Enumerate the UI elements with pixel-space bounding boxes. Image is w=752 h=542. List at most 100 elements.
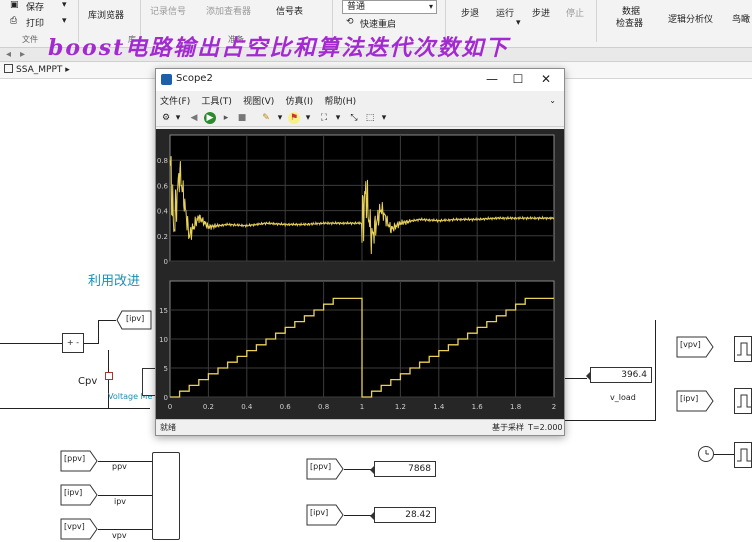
clock-icon[interactable] xyxy=(698,446,714,462)
goto-label: [ipv] xyxy=(126,314,145,323)
highlight-dropdown-icon[interactable]: ▾ xyxy=(274,112,286,124)
logic-analyzer-button[interactable]: 逻辑分析仪 xyxy=(668,12,713,25)
cpv-label: Cpv xyxy=(78,376,98,387)
save-dropdown-icon[interactable]: ▾ xyxy=(62,0,67,10)
minimize-icon[interactable]: — xyxy=(482,71,502,87)
pin-icon[interactable]: ⌄ xyxy=(545,93,560,108)
run-icon[interactable]: ▶ xyxy=(204,112,216,124)
back-arrow-icon[interactable]: ◂ xyxy=(6,49,11,60)
scope-window[interactable]: Scope2 — ☐ ✕ 文件(F) 工具(T) 视图(V) 仿真(I) 帮助(… xyxy=(155,68,565,436)
forward-arrow-icon[interactable]: ▸ xyxy=(20,49,25,60)
chevron-down-icon: ▾ xyxy=(428,2,433,11)
from-ipv-right[interactable]: [ipv] xyxy=(676,390,714,412)
signal-table-button[interactable]: 信号表 xyxy=(276,4,303,17)
simulation-mode-value: 普通 xyxy=(347,2,366,12)
scope-title: Scope2 xyxy=(176,73,213,84)
add-viewer-button[interactable]: 添加查看器 xyxy=(206,4,251,17)
from-ppv-display[interactable]: [ppv] xyxy=(306,458,344,480)
x-tick-label: 1.2 xyxy=(395,403,406,411)
scope-block-icon[interactable] xyxy=(734,336,752,362)
print-icon[interactable]: ⎙ xyxy=(10,16,17,26)
x-tick-label: 1.8 xyxy=(510,403,521,411)
print-dropdown-icon[interactable]: ▾ xyxy=(62,16,67,26)
measure-dropdown-icon[interactable]: ▾ xyxy=(378,112,390,124)
maximize-icon[interactable]: ☐ xyxy=(508,71,528,87)
scope-plot-area[interactable]: 0 0.2 0.4 0.6 0.8 0 5 10 15 0 0.2 0.4 0.6 0.8 1 1.2 1.4 1… xyxy=(156,129,564,419)
from-vpv-right[interactable]: [vpv] xyxy=(676,336,714,358)
x-tick-label: 0.8 xyxy=(318,403,329,411)
v-load-display[interactable]: 396.4 xyxy=(586,367,652,383)
close-icon[interactable]: ✕ xyxy=(536,71,556,87)
library-browser-button[interactable]: 库浏览器 xyxy=(88,8,124,21)
from-vpv[interactable]: [vpv] xyxy=(60,518,98,540)
x-tick-label: 1 xyxy=(360,403,364,411)
highlight-icon[interactable]: ✎ xyxy=(260,112,272,124)
settings-gear-icon[interactable]: ⚙ xyxy=(160,112,172,124)
goto-ipv[interactable]: [ipv] xyxy=(116,310,152,330)
scope-waveform-icon xyxy=(737,342,751,356)
from-label: [vpv] xyxy=(64,522,85,531)
log-signals-button[interactable]: 记录信号 xyxy=(150,4,186,17)
from-label: [vpv] xyxy=(680,340,701,349)
step-forward-button[interactable]: 步进 xyxy=(532,6,550,19)
scope-title-bar[interactable]: Scope2 — ☐ ✕ xyxy=(156,69,564,91)
scope-plot-svg[interactable]: 0 0.2 0.4 0.6 0.8 0 5 10 15 0 0.2 0.4 0.6 0.8 1 1.2 1.4 1… xyxy=(156,129,564,419)
voltage-measurement-block[interactable] xyxy=(142,368,156,396)
zoom-fit-icon[interactable]: ⛶ xyxy=(318,112,330,124)
x-tick-label: 0.6 xyxy=(280,403,292,411)
ipv-signal-label: ipv xyxy=(114,497,127,506)
data-inspector-label: 检查器 xyxy=(616,19,644,29)
file-section-label: 文件 xyxy=(22,35,38,44)
ppv-signal-label: ppv xyxy=(112,462,127,471)
mppt-subsystem-block[interactable] xyxy=(152,452,180,540)
stop-icon[interactable]: ■ xyxy=(236,112,248,124)
triggers-dropdown-icon[interactable]: ▾ xyxy=(302,112,314,124)
save-button[interactable]: 保存 xyxy=(26,0,44,13)
wire xyxy=(714,454,734,455)
sum-block[interactable]: + - xyxy=(62,333,84,353)
run-dropdown-icon[interactable]: ▾ xyxy=(516,18,521,28)
from-ipv[interactable]: [ipv] xyxy=(60,484,98,506)
menu-help[interactable]: 帮助(H) xyxy=(320,91,360,110)
from-ipv-display[interactable]: [ipv] xyxy=(306,504,344,526)
menu-simulation[interactable]: 仿真(I) xyxy=(281,91,317,110)
wire xyxy=(344,469,372,470)
wire xyxy=(344,515,372,516)
simulation-mode-select[interactable]: 普通 ▾ xyxy=(342,0,437,14)
step-back-button[interactable]: 步退 xyxy=(461,6,479,19)
from-ppv[interactable]: [ppv] xyxy=(60,450,98,472)
fast-restart-icon[interactable]: ⟲ xyxy=(346,17,354,27)
stop-button[interactable]: 停止 xyxy=(566,6,584,19)
scope-status-bar: 就绪 基于采样 T=2.000 xyxy=(156,419,564,435)
ipv-display[interactable]: 28.42 xyxy=(370,507,436,523)
y-tick-label: 15 xyxy=(159,307,168,315)
scope-toolbar: ⚙ ▾ ◀ ▶ ▸ ■ ✎ ▾ ⚑ ▾ ⛶ ▾ ⤡ ⬚ ▾ xyxy=(156,109,564,127)
wire xyxy=(98,320,99,344)
save-icon[interactable]: ▣ xyxy=(10,0,19,10)
measure-icon[interactable]: ⬚ xyxy=(364,112,376,124)
scope-block-icon[interactable] xyxy=(734,442,752,468)
zoom-dropdown-icon[interactable]: ▾ xyxy=(332,112,344,124)
from-label: [ipv] xyxy=(680,394,699,403)
step-forward-icon[interactable]: ▸ xyxy=(220,112,232,124)
cursor-icon[interactable]: ⤡ xyxy=(348,112,360,124)
ppv-display[interactable]: 7868 xyxy=(370,461,436,477)
run-button[interactable]: 运行 xyxy=(496,6,514,19)
triggers-icon[interactable]: ⚑ xyxy=(288,112,300,124)
birds-eye-button[interactable]: 鸟瞰 xyxy=(732,12,750,25)
y-tick-label: 10 xyxy=(159,336,168,344)
model-icon xyxy=(4,64,13,73)
fast-restart-button[interactable]: 快速重启 xyxy=(360,17,396,30)
step-back-icon[interactable]: ◀ xyxy=(188,112,200,124)
vpv-signal-label: vpv xyxy=(112,531,127,540)
menu-tools[interactable]: 工具(T) xyxy=(197,91,236,110)
menu-view[interactable]: 视图(V) xyxy=(239,91,278,110)
print-button[interactable]: 打印 xyxy=(26,16,44,29)
scope-block-icon[interactable] xyxy=(734,388,752,414)
status-sample-based: 基于采样 xyxy=(492,423,524,432)
breadcrumb[interactable]: SSA_MPPT ▸ xyxy=(4,63,74,77)
settings-dropdown-icon[interactable]: ▾ xyxy=(172,112,184,124)
capacitor-block[interactable] xyxy=(105,372,113,380)
wire xyxy=(0,343,62,344)
menu-file[interactable]: 文件(F) xyxy=(156,91,194,110)
